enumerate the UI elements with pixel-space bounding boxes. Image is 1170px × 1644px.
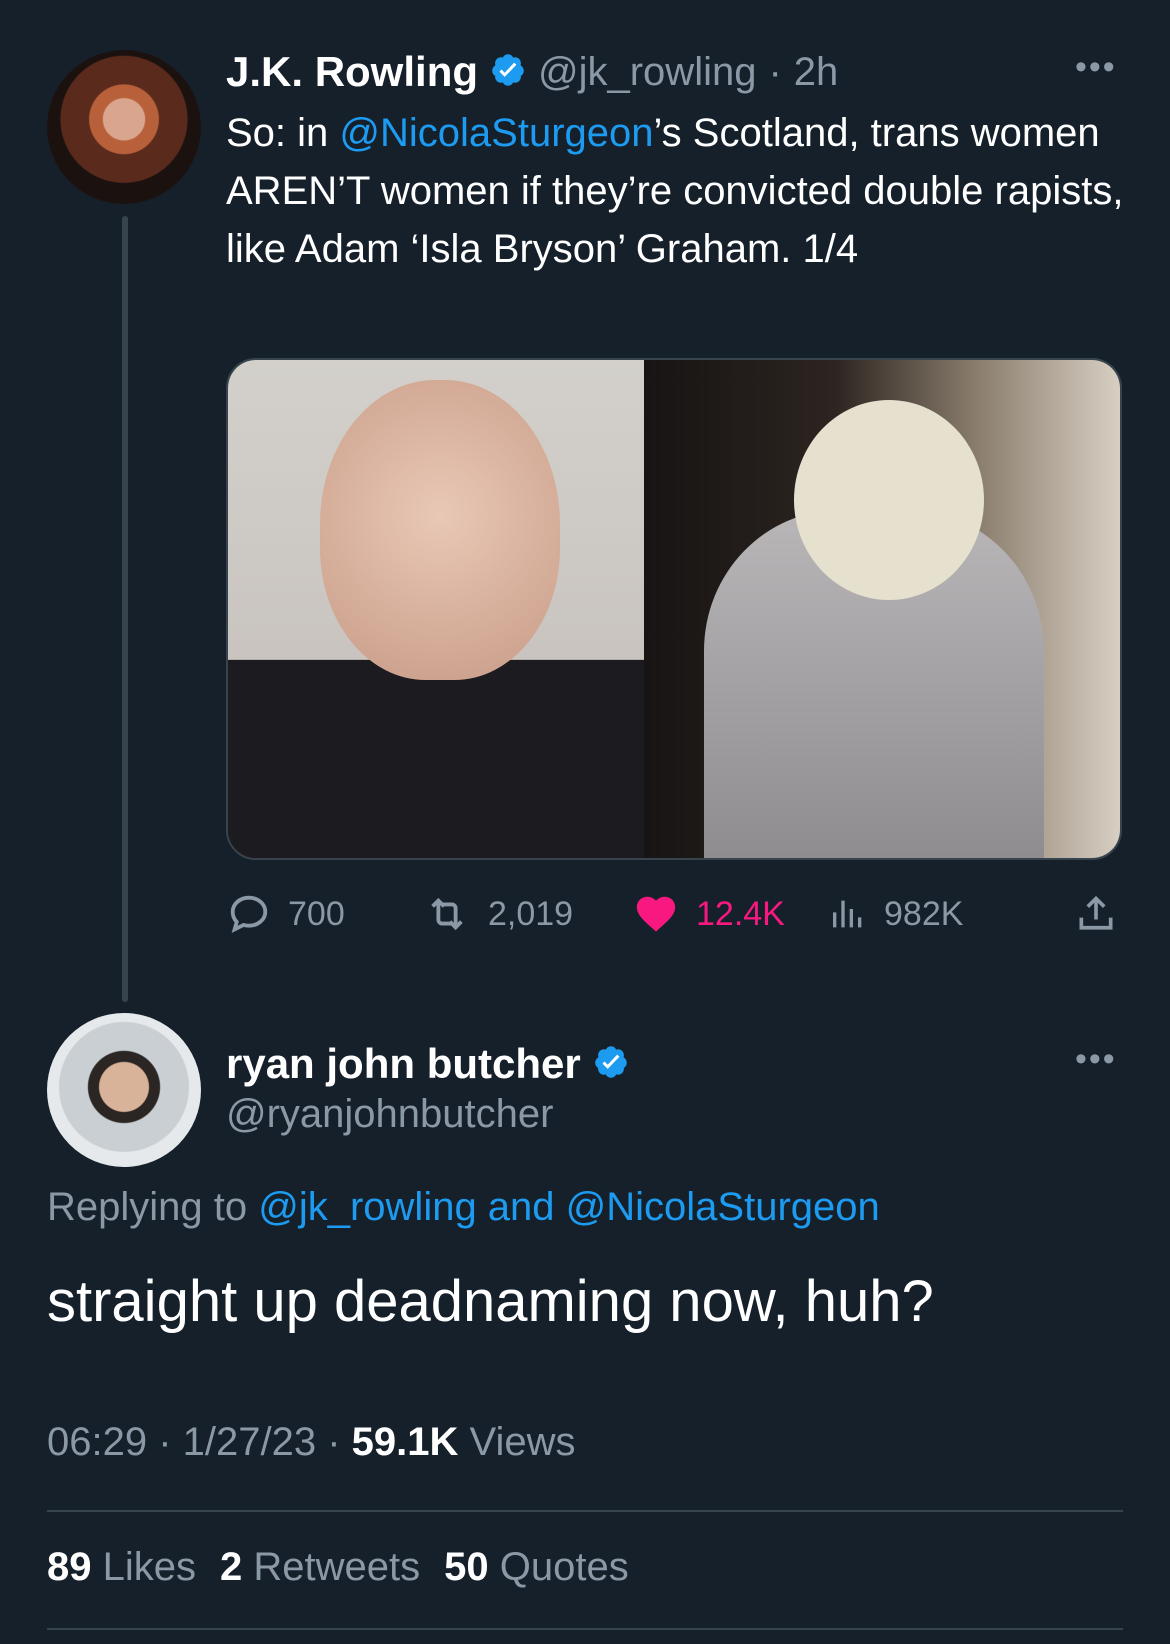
views-action[interactable]: 982K (828, 891, 1040, 937)
verified-badge-icon (593, 1044, 629, 1085)
retweets-stat[interactable]: 2 Retweets (220, 1545, 420, 1590)
divider (47, 1510, 1123, 1512)
reply-icon (230, 895, 268, 933)
more-options-icon[interactable]: ••• (1075, 1040, 1117, 1079)
retweet-action[interactable]: 2,019 (422, 891, 632, 937)
replying-to-mentions[interactable]: @jk_rowling and @NicolaSturgeon (258, 1185, 880, 1229)
reply-timestamp-line: 06:29 · 1/27/23 · 59.1K Views (47, 1420, 576, 1465)
original-tweet-text: So: in @NicolaSturgeon’s Scotland, trans… (226, 104, 1126, 278)
reply-views-count: 59.1K (351, 1420, 459, 1464)
retweets-label: Retweets (242, 1545, 421, 1589)
reply-date[interactable]: 1/27/23 (183, 1420, 316, 1464)
likes-label: Likes (91, 1545, 196, 1589)
like-action[interactable]: 12.4K (632, 891, 828, 937)
retweet-count: 2,019 (488, 894, 574, 933)
quotes-label: Quotes (488, 1545, 629, 1589)
retweet-icon (431, 897, 463, 931)
replying-to-line: Replying to @jk_rowling and @NicolaSturg… (47, 1185, 880, 1230)
retweets-count: 2 (220, 1545, 243, 1589)
tweet-actions-bar: 700 2,019 12.4K 982K (226, 886, 1126, 942)
tweet-age[interactable]: 2h (794, 50, 839, 95)
original-tweet-header: J.K. Rowling @jk_rowling · 2h (226, 44, 838, 100)
divider (47, 1628, 1123, 1630)
separator-dot: · (316, 1420, 352, 1464)
reply-count: 700 (288, 894, 345, 933)
photo-wig (794, 400, 984, 600)
photo-torso (228, 660, 644, 858)
more-options-icon[interactable]: ••• (1075, 48, 1117, 87)
street-photo[interactable] (644, 360, 1120, 858)
quotes-count: 50 (444, 1545, 489, 1589)
tweet-media[interactable] (226, 358, 1122, 860)
reply-time[interactable]: 06:29 (47, 1420, 147, 1464)
views-icon (833, 900, 862, 928)
reply-stats: 89 Likes 2 Retweets 50 Quotes (47, 1545, 629, 1590)
jk-rowling-avatar[interactable] (47, 50, 201, 204)
mention-link[interactable]: @NicolaSturgeon (339, 111, 653, 155)
heart-icon (636, 896, 676, 932)
share-action[interactable] (1074, 891, 1118, 937)
reply-tweet-text: straight up deadnaming now, huh? (47, 1269, 934, 1334)
ryan-butcher-avatar[interactable] (47, 1013, 201, 1167)
separator-dot: · (768, 49, 782, 94)
like-count: 12.4K (696, 894, 785, 933)
reply-author-display-name[interactable]: ryan john butcher (226, 1040, 581, 1088)
tweet-text-part: So: in (226, 111, 340, 155)
reply-views-label: Views (458, 1420, 576, 1464)
author-handle[interactable]: @jk_rowling (538, 50, 756, 95)
separator-dot: · (147, 1420, 183, 1464)
likes-stat[interactable]: 89 Likes (47, 1545, 196, 1590)
likes-count: 89 (47, 1545, 92, 1589)
replying-prefix: Replying to (47, 1185, 259, 1229)
views-count: 982K (884, 894, 964, 933)
quotes-stat[interactable]: 50 Quotes (444, 1545, 629, 1590)
reply-tweet-header: ryan john butcher (226, 1036, 629, 1092)
author-display-name[interactable]: J.K. Rowling (226, 48, 478, 96)
photo-head (320, 380, 560, 680)
reply-action[interactable]: 700 (226, 891, 422, 937)
thread-connector-line (122, 216, 128, 1002)
verified-badge-icon (490, 52, 526, 93)
reply-author-handle[interactable]: @ryanjohnbutcher (226, 1092, 553, 1137)
mugshot-photo[interactable] (228, 360, 644, 858)
share-icon (1079, 895, 1113, 930)
